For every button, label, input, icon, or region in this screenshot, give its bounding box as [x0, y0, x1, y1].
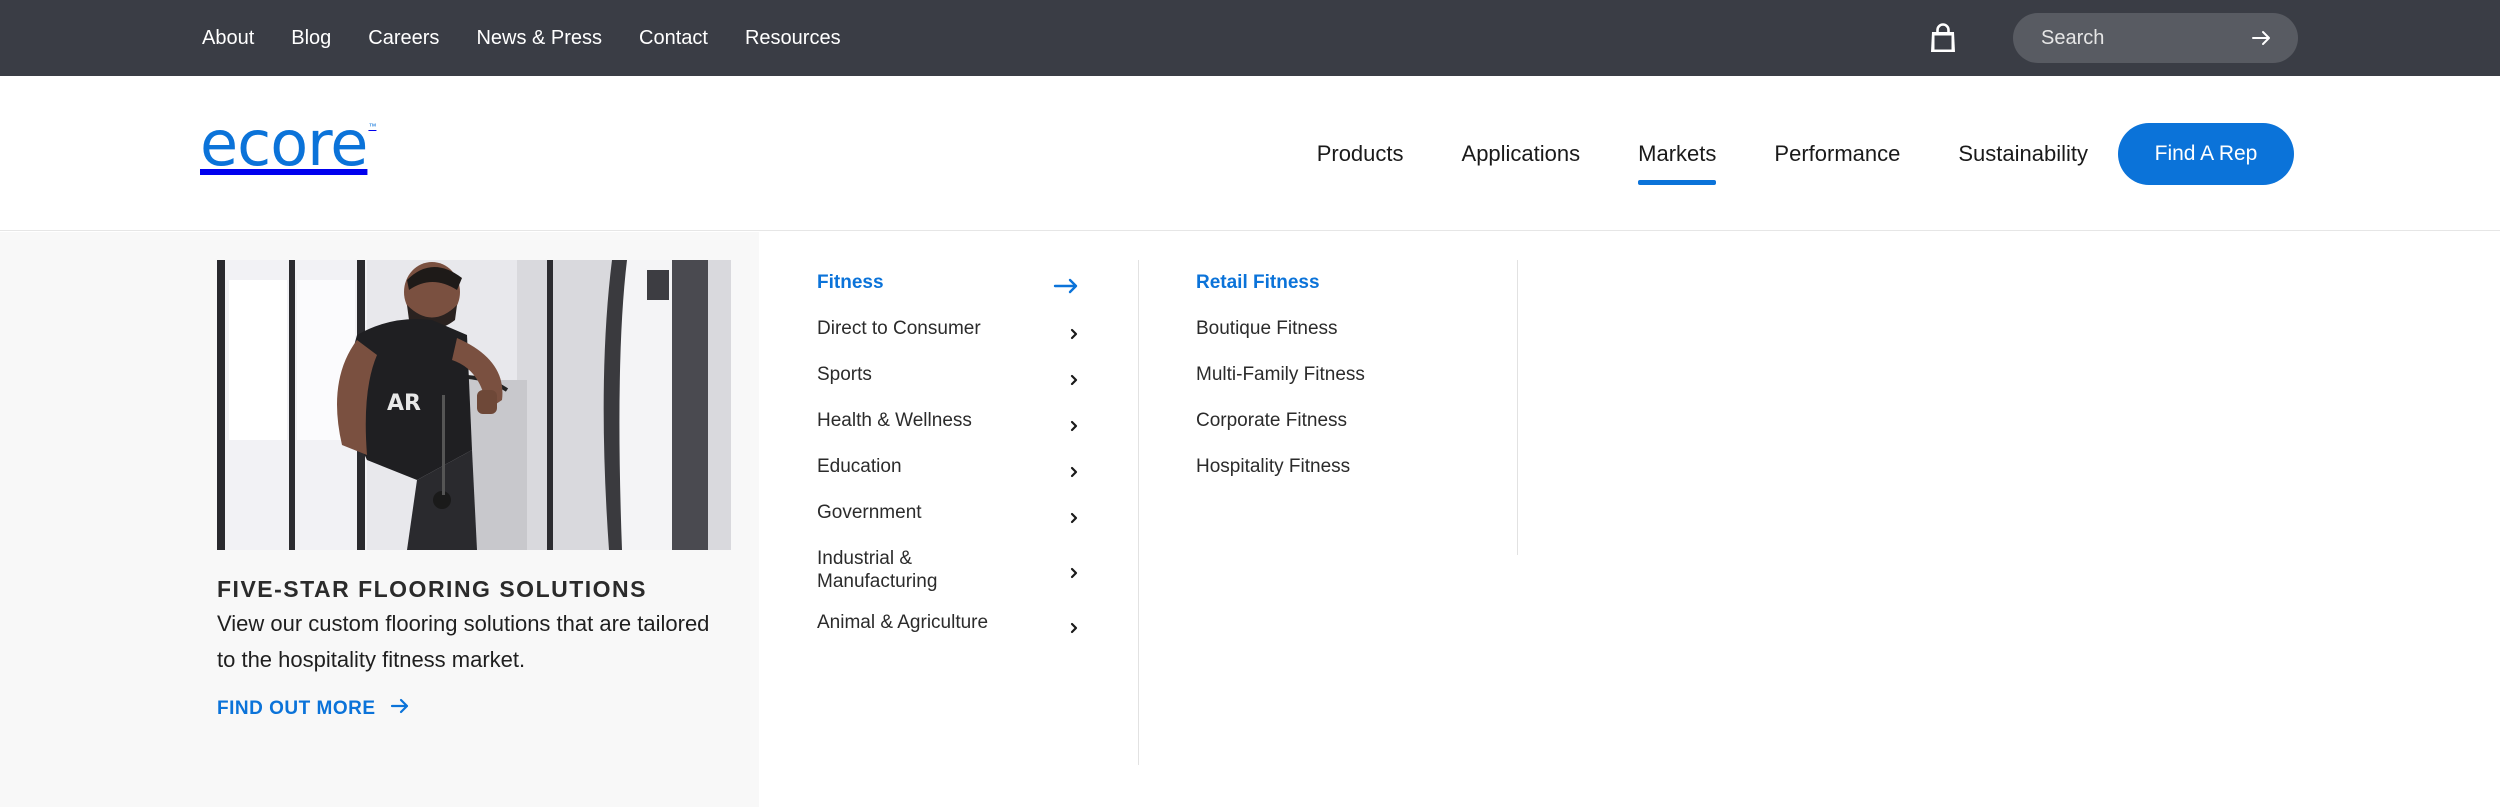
utility-nav: About Blog Careers News & Press Contact …: [202, 0, 878, 76]
promo-panel: AR FIVE-STAR FLOORING SOLUTIONS View our…: [0, 232, 759, 807]
submarket-retail-fitness[interactable]: Retail Fitness: [1196, 262, 1486, 308]
primary-nav: Products Applications Markets Performanc…: [1259, 123, 2294, 185]
market-label: Direct to Consumer: [817, 318, 981, 339]
chevron-right-icon: [1067, 618, 1081, 634]
nav-markets[interactable]: Markets: [1638, 123, 1717, 185]
market-item-education[interactable]: Education: [817, 446, 1078, 492]
nav-performance[interactable]: Performance: [1774, 123, 1900, 185]
ecore-logo[interactable]: ecore ™: [200, 113, 376, 176]
search-input[interactable]: [2041, 13, 2241, 63]
utility-link-news-press[interactable]: News & Press: [476, 27, 602, 50]
utility-link-about[interactable]: About: [202, 27, 254, 50]
chevron-right-icon: [1067, 324, 1081, 340]
shopping-bag-icon[interactable]: [1928, 22, 1958, 54]
market-label: Education: [817, 456, 902, 477]
submarket-multi-family-fitness[interactable]: Multi-Family Fitness: [1196, 354, 1486, 400]
utility-link-resources[interactable]: Resources: [745, 27, 841, 50]
chevron-right-icon: [1067, 416, 1081, 432]
svg-text:AR: AR: [387, 391, 421, 416]
chevron-right-icon: [1067, 563, 1081, 579]
find-out-more-link[interactable]: FIND OUT MORE: [217, 698, 410, 720]
markets-list: Fitness Direct to Consumer Sports Health…: [817, 262, 1139, 648]
find-a-rep-button[interactable]: Find A Rep: [2118, 123, 2294, 185]
main-header: ecore ™ Products Applications Markets Pe…: [0, 76, 2500, 231]
market-item-industrial-manufacturing[interactable]: Industrial & Manufacturing: [817, 538, 1078, 602]
chevron-right-icon: [1067, 370, 1081, 386]
utility-bar: About Blog Careers News & Press Contact …: [0, 0, 2500, 76]
arrow-right-icon: [390, 698, 410, 720]
search-box: [2013, 13, 2298, 63]
chevron-right-icon: [1067, 462, 1081, 478]
market-item-direct-to-consumer[interactable]: Direct to Consumer: [817, 308, 1078, 354]
market-label: Animal & Agriculture: [817, 612, 989, 633]
promo-title: FIVE-STAR FLOORING SOLUTIONS: [217, 576, 648, 602]
market-item-animal-agriculture[interactable]: Animal & Agriculture: [817, 602, 1078, 648]
column-divider: [1138, 260, 1139, 765]
find-out-more-label: FIND OUT MORE: [217, 698, 376, 719]
market-item-sports[interactable]: Sports: [817, 354, 1078, 400]
market-label: Government: [817, 502, 922, 523]
utility-link-careers[interactable]: Careers: [368, 27, 439, 50]
nav-products[interactable]: Products: [1317, 123, 1404, 185]
market-item-health-wellness[interactable]: Health & Wellness: [817, 400, 1078, 446]
submarket-corporate-fitness[interactable]: Corporate Fitness: [1196, 400, 1486, 446]
market-label: Sports: [817, 364, 872, 385]
submarket-hospitality-fitness[interactable]: Hospitality Fitness: [1196, 446, 1486, 492]
chevron-right-icon: [1067, 508, 1081, 524]
market-item-government[interactable]: Government: [817, 492, 1078, 538]
arrow-right-icon: [1053, 277, 1079, 294]
market-label: Fitness: [817, 272, 884, 293]
nav-applications[interactable]: Applications: [1462, 123, 1581, 185]
market-label: Industrial & Manufacturing: [817, 548, 938, 592]
markets-mega-menu: AR FIVE-STAR FLOORING SOLUTIONS View our…: [0, 232, 2500, 807]
market-label: Health & Wellness: [817, 410, 972, 431]
submarket-boutique-fitness[interactable]: Boutique Fitness: [1196, 308, 1486, 354]
promo-description: View our custom flooring solutions that …: [217, 611, 710, 672]
fitness-submarkets-list: Retail Fitness Boutique Fitness Multi-Fa…: [1196, 262, 1486, 492]
utility-link-blog[interactable]: Blog: [291, 27, 331, 50]
nav-sustainability[interactable]: Sustainability: [1958, 123, 2088, 185]
market-item-fitness[interactable]: Fitness: [817, 262, 1079, 308]
column-divider: [1517, 260, 1518, 555]
utility-link-contact[interactable]: Contact: [639, 27, 708, 50]
arrow-right-icon[interactable]: [2250, 27, 2272, 49]
promo-image[interactable]: AR: [217, 260, 731, 550]
